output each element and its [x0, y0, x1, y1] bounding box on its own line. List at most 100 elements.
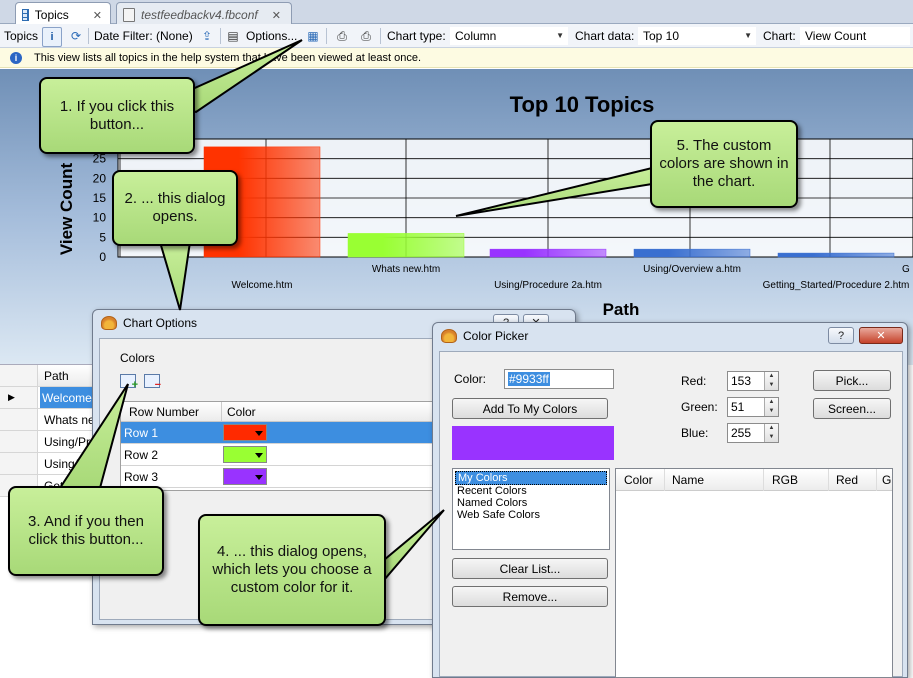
row-label: Row 1	[124, 426, 159, 440]
table-header: Color Name RGB Red G	[616, 469, 892, 491]
list-item[interactable]: Named Colors	[453, 497, 609, 509]
chart-select[interactable]: View Count	[800, 27, 910, 45]
color-hex-input[interactable]: #9933ff	[504, 369, 614, 389]
add-to-my-colors-button[interactable]: Add To My Colors	[452, 398, 608, 419]
color-swatch[interactable]	[223, 424, 267, 441]
clear-list-button[interactable]: Clear List...	[452, 558, 608, 579]
list-item[interactable]: Recent Colors	[453, 485, 609, 497]
chevron-down-icon: ▼	[744, 31, 752, 40]
y-tick-label: 0	[99, 250, 106, 264]
table-row[interactable]: Using/Overview a.htm	[0, 453, 96, 475]
callout-4: 4. ... this dialog opens, which lets you…	[198, 514, 386, 626]
dialog-title-text: Color Picker	[463, 329, 529, 343]
topics-label: Topics	[4, 29, 39, 43]
chart-data-select[interactable]: Top 10 ▼	[638, 27, 756, 45]
callout-2: 2. ... this dialog opens.	[112, 170, 238, 246]
chevron-down-icon	[255, 475, 263, 480]
refresh-icon[interactable]: ⟳	[67, 27, 85, 45]
column-header-color[interactable]: Color	[624, 473, 653, 487]
callout-3: 3. And if you then click this button...	[8, 486, 164, 576]
green-value: 51	[731, 400, 745, 414]
y-tick-label: 5	[99, 230, 106, 244]
x-tick-label: Using/Procedure 2a.htm	[494, 280, 602, 291]
grid-icon	[22, 9, 29, 21]
chart-type-label: Chart type:	[387, 29, 446, 43]
dialog-title: Color Picker	[441, 329, 528, 343]
blue-spinner[interactable]: 255 ▲ ▼	[727, 423, 779, 443]
tab-topics[interactable]: Topics ✕	[15, 2, 111, 24]
table-row[interactable]: ▶ Welcome.htm	[0, 387, 96, 409]
remove-button[interactable]: Remove...	[452, 586, 608, 607]
options-icon[interactable]: ▤	[224, 27, 242, 45]
x-tick-label: Using/Overview a.htm	[643, 264, 741, 275]
close-icon[interactable]: ✕	[272, 9, 281, 22]
info-text: This view lists all topics in the help s…	[34, 51, 422, 64]
y-axis-label: View Count	[57, 163, 76, 256]
chevron-down-icon	[255, 431, 263, 436]
remove-row-icon[interactable]: −	[144, 374, 161, 391]
list-item[interactable]: Web Safe Colors	[453, 509, 609, 521]
color-swatch[interactable]	[223, 468, 267, 485]
column-header-row-number[interactable]: Row Number	[129, 405, 199, 419]
app-icon	[101, 316, 117, 330]
column-header-path[interactable]: Path	[44, 369, 96, 383]
column-header-red[interactable]: Red	[836, 473, 858, 487]
dialog-body: Color: #9933ff Add To My Colors Red: 153…	[439, 351, 903, 678]
color-picker-dialog: Color Picker ? ✕ Color: #9933ff Add To M…	[432, 322, 908, 678]
date-filter-label[interactable]: Date Filter: (None)	[94, 27, 193, 45]
print-icon[interactable]: ⎙	[357, 27, 375, 45]
help-button[interactable]: ?	[828, 327, 854, 344]
tab-bar: Topics ✕ testfeedbackv4.fbconf ✕	[0, 0, 913, 24]
path-cell: Using/Overview a.htm	[44, 457, 96, 471]
toolbar: Topics i ⟳ Date Filter: (None) ⇪ ▤ Optio…	[0, 24, 913, 48]
table-row[interactable]: Whats new.htm	[0, 409, 96, 431]
chart-data-label: Chart data:	[575, 29, 635, 43]
chevron-down-icon	[255, 453, 263, 458]
add-row-icon[interactable]: +	[120, 374, 138, 391]
file-icon	[123, 8, 135, 22]
info-icon: i	[10, 51, 22, 64]
chart-label: Chart:	[763, 29, 796, 43]
pick-button[interactable]: Pick...	[813, 370, 891, 391]
tab-feedback-file[interactable]: testfeedbackv4.fbconf ✕	[116, 2, 292, 24]
chevron-down-icon: ▼	[556, 31, 564, 40]
screen-button[interactable]: Screen...	[813, 398, 891, 419]
app-icon	[441, 329, 457, 343]
color-swatch[interactable]	[223, 446, 267, 463]
dialog-title-text: Chart Options	[123, 316, 198, 330]
path-cell: Welcome.htm	[40, 387, 96, 408]
column-header-green[interactable]: G	[882, 473, 891, 487]
path-cell: Using/Procedure 2a.htm	[44, 435, 96, 449]
path-grid-header: Path	[0, 365, 96, 387]
red-spinner[interactable]: 153 ▲ ▼	[727, 371, 779, 391]
info-icon[interactable]: i	[42, 27, 62, 47]
list-item[interactable]: My Colors	[455, 471, 607, 485]
bar	[489, 248, 607, 258]
chart-type-select[interactable]: Column ▼	[450, 27, 568, 45]
colors-group-label: Colors	[120, 351, 155, 365]
row-label: Row 3	[124, 470, 159, 484]
print-preview-icon[interactable]: ⎙	[333, 27, 351, 45]
tab-label: testfeedbackv4.fbconf	[141, 8, 258, 22]
chart-value: View Count	[805, 29, 867, 43]
callout-5: 5. The custom colors are shown in the ch…	[650, 120, 798, 208]
x-tick-label: Welcome.htm	[232, 280, 293, 291]
column-header-name[interactable]: Name	[672, 473, 704, 487]
column-header-color[interactable]: Color	[227, 405, 256, 419]
color-hex-value: #9933ff	[508, 372, 550, 386]
bar	[777, 252, 895, 258]
red-value: 153	[731, 374, 752, 388]
chart-options-icon[interactable]: ▦	[304, 27, 322, 45]
column-header-rgb[interactable]: RGB	[772, 473, 798, 487]
row-selector-icon: ▶	[0, 387, 38, 408]
red-label: Red:	[681, 374, 707, 388]
color-preview	[452, 426, 614, 460]
options-button[interactable]: Options...	[246, 27, 297, 45]
close-button[interactable]: ✕	[859, 327, 903, 344]
green-spinner[interactable]: 51 ▲ ▼	[727, 397, 779, 417]
chart-title: Top 10 Topics	[510, 92, 655, 117]
close-icon[interactable]: ✕	[93, 9, 102, 22]
filter-icon[interactable]: ⇪	[198, 27, 216, 45]
path-cell: Whats new.htm	[44, 413, 96, 427]
table-row[interactable]: Using/Procedure 2a.htm	[0, 431, 96, 453]
